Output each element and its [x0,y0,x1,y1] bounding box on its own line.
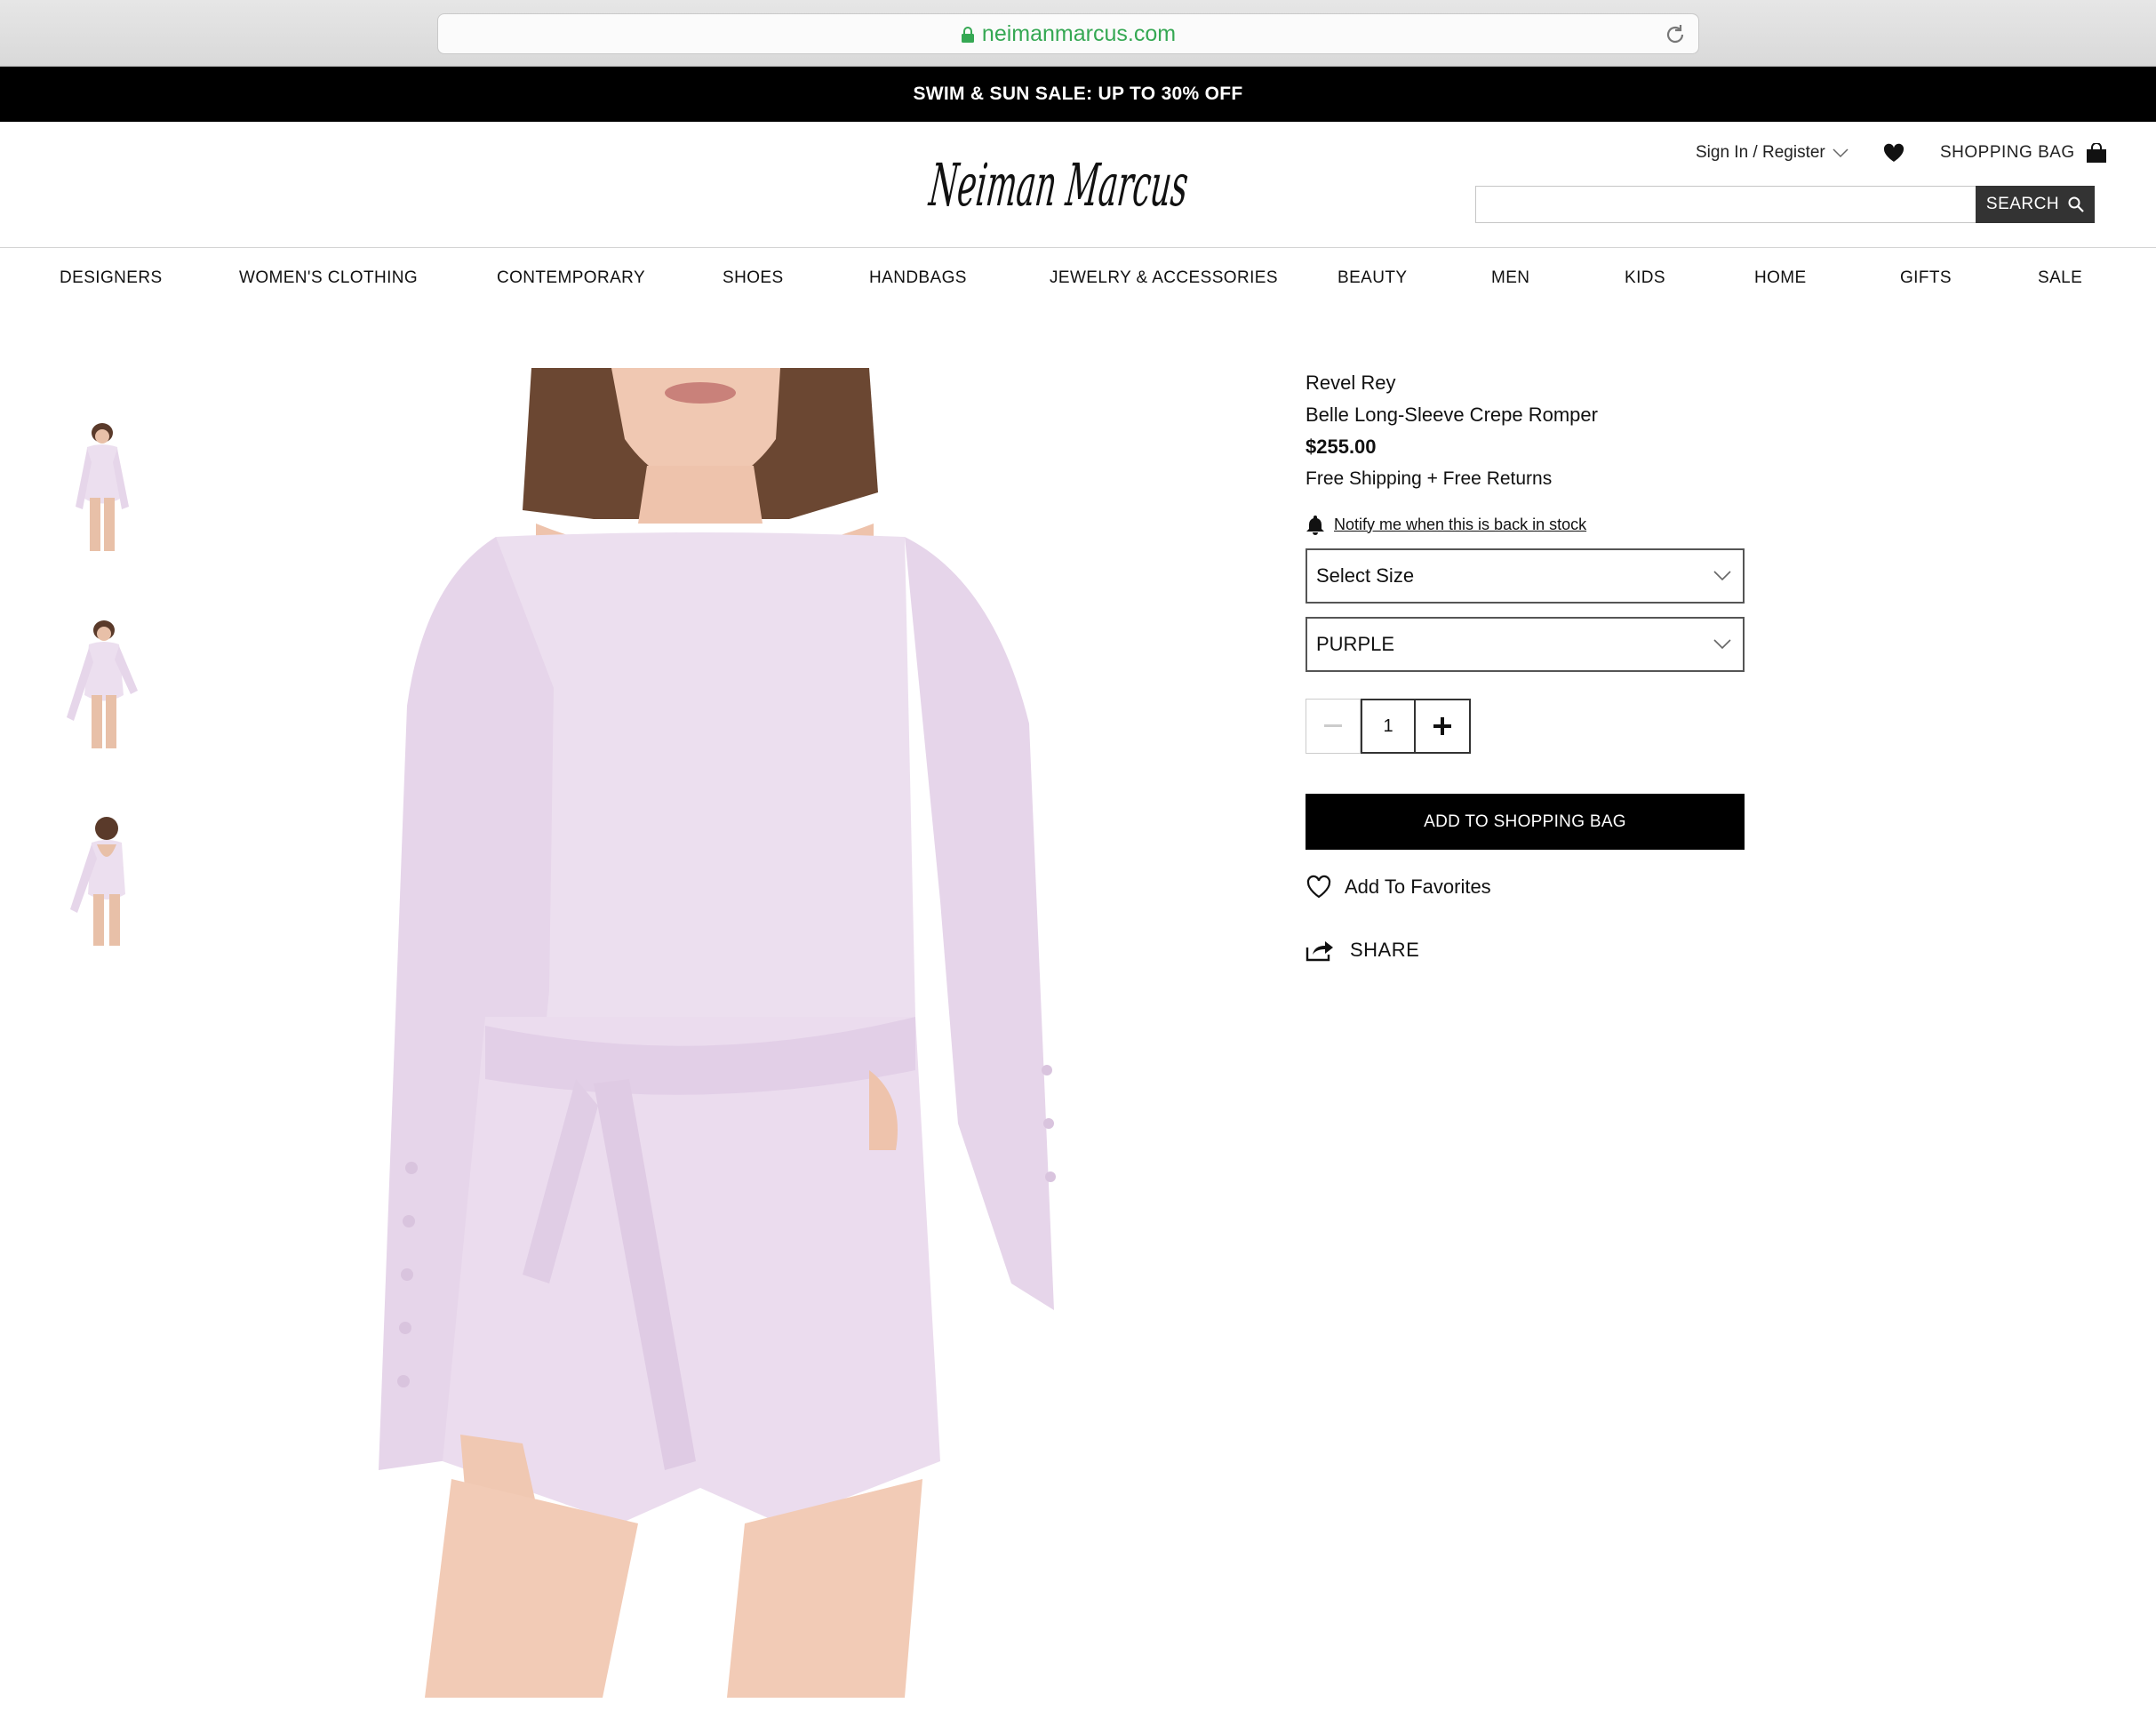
promo-banner[interactable]: SWIM & SUN SALE: UP TO 30% OFF [0,67,2156,122]
promo-text: SWIM & SUN SALE: UP TO 30% OFF [913,84,1243,104]
heart-outline-icon [1306,875,1331,899]
notify-stock: Notify me when this is back in stock [1306,514,1586,535]
product-brand[interactable]: Revel Rey [1306,372,1395,395]
product-thumbnail[interactable] [58,816,147,954]
reload-icon[interactable] [1663,22,1688,47]
chevron-down-icon [1713,639,1731,650]
search-button[interactable]: SEARCH [1976,186,2095,223]
lock-icon [961,27,974,43]
product-price: $255.00 [1306,436,1377,458]
shopping-bag-link[interactable]: SHOPPING BAG [1940,143,2107,163]
size-select[interactable]: Select Size [1306,548,1745,604]
product-main-image[interactable] [371,368,1109,1698]
nav-item-men[interactable]: MEN [1491,268,1529,288]
nav-item-gifts[interactable]: GIFTS [1900,268,1952,288]
search-icon [2068,196,2084,212]
search-button-label: SEARCH [1985,195,2060,213]
product-thumbnail[interactable] [58,422,147,560]
site-header: Neiman Marcus Sign In / Register SHOPPIN… [0,122,2156,248]
nav-item-jewelry-accessories[interactable]: JEWELRY & ACCESSORIES [1050,268,1278,288]
bell-icon [1306,516,1324,535]
color-select[interactable]: PURPLE [1306,617,1745,672]
nav-item-sale[interactable]: SALE [2038,268,2082,288]
quantity-value[interactable]: 1 [1361,699,1416,754]
svg-text:Neiman Marcus: Neiman Marcus [925,151,1191,220]
url-text: neimanmarcus.com [981,20,1177,46]
nav-item-designers[interactable]: DESIGNERS [60,268,163,288]
product-thumbnail[interactable] [58,620,147,757]
add-to-bag-button[interactable]: ADD TO SHOPPING BAG [1306,794,1745,850]
browser-chrome: neimanmarcus.com [0,0,2156,67]
sign-in-register-link[interactable]: Sign In / Register [1696,143,1849,163]
nav-item-handbags[interactable]: HANDBAGS [869,268,967,288]
chevron-down-icon [1833,148,1849,158]
share-button[interactable]: SHARE [1306,939,1419,962]
shipping-info: Free Shipping + Free Returns [1306,468,1553,489]
plus-icon [1433,717,1451,735]
shopping-bag-icon [2086,143,2106,163]
nav-item-kids[interactable]: KIDS [1625,268,1665,288]
main-nav: DESIGNERS WOMEN'S CLOTHING CONTEMPORARY … [0,249,2156,311]
search-bar: SEARCH [1475,186,2095,223]
heart-icon[interactable] [1882,142,1905,164]
nav-item-womens-clothing[interactable]: WOMEN'S CLOTHING [239,268,418,288]
add-to-favorites-button[interactable]: Add To Favorites [1306,875,1491,899]
chevron-down-icon [1713,571,1731,581]
notify-me-link[interactable]: Notify me when this is back in stock [1334,516,1586,534]
quantity-decrease-button[interactable] [1306,699,1361,754]
search-input[interactable] [1475,186,1976,223]
nav-item-beauty[interactable]: BEAUTY [1338,268,1407,288]
minus-icon [1324,724,1342,727]
product-name: Belle Long-Sleeve Crepe Romper [1306,404,1598,426]
add-to-favorites-label: Add To Favorites [1345,875,1491,898]
shopping-bag-label: SHOPPING BAG [1940,143,2075,162]
share-icon [1306,941,1333,962]
nav-item-shoes[interactable]: SHOES [723,268,784,288]
size-select-value: Select Size [1316,564,1415,587]
address-bar[interactable]: neimanmarcus.com [437,13,1699,54]
neiman-marcus-logo[interactable]: Neiman Marcus [924,131,1191,237]
add-to-bag-label: ADD TO SHOPPING BAG [1424,812,1626,831]
nav-item-contemporary[interactable]: CONTEMPORARY [497,268,645,288]
sign-in-label: Sign In / Register [1696,143,1825,162]
color-select-value: PURPLE [1316,633,1395,655]
quantity-increase-button[interactable] [1416,699,1471,754]
nav-item-home[interactable]: HOME [1754,268,1807,288]
quantity-stepper: 1 [1306,699,1471,754]
share-label: SHARE [1350,939,1420,961]
